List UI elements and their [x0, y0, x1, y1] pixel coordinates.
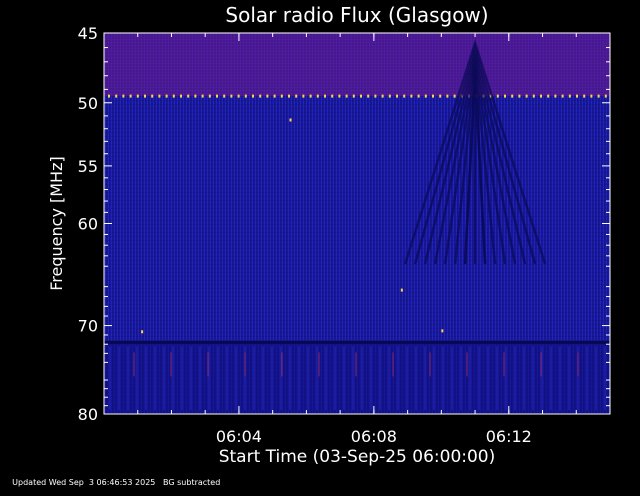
- carrier-dot: [259, 94, 262, 98]
- spectrogram-chart: 45 50 55 60 70 80 06:04 06:08 06:12 Solar radio F…: [47, 3, 611, 467]
- carrier-dot: [230, 94, 233, 98]
- carrier-dot: [396, 94, 398, 98]
- carrier-dot: [216, 94, 218, 98]
- carrier-dot: [144, 94, 146, 98]
- y-tick-label: 60: [78, 215, 98, 234]
- carrier-dot: [547, 94, 550, 98]
- plot-area: [103, 32, 611, 415]
- carrier-dot: [410, 94, 413, 98]
- carrier-dot: [331, 94, 334, 98]
- carrier-dot: [504, 94, 506, 98]
- carrier-dot: [201, 94, 204, 98]
- carrier-dot: [165, 94, 168, 98]
- footer-note: BG subtracted: [163, 478, 221, 487]
- carrier-dot: [604, 94, 607, 98]
- hot-pixel: [400, 288, 403, 292]
- y-tick-label: 45: [78, 24, 98, 43]
- lower-band: [104, 342, 610, 414]
- carrier-dot: [561, 94, 564, 98]
- carrier-dot: [374, 94, 377, 98]
- carrier-dot: [540, 94, 542, 98]
- carrier-dot: [446, 94, 449, 98]
- carrier-dot: [590, 94, 593, 98]
- carrier-dot: [309, 94, 312, 98]
- carrier-dot: [597, 94, 600, 98]
- carrier-dot: [187, 94, 190, 98]
- carrier-dot: [439, 94, 442, 98]
- y-tick-label: 50: [78, 94, 98, 113]
- carrier-dot: [244, 94, 247, 98]
- carrier-dot: [273, 94, 276, 98]
- carrier-dot: [302, 94, 305, 98]
- footer-updated-text: Updated Wed Sep 3 06:46:53 2025: [12, 478, 156, 487]
- carrier-dot: [237, 94, 240, 98]
- hot-pixel: [141, 330, 144, 334]
- carrier-dot: [388, 94, 391, 98]
- carrier-dot: [338, 94, 341, 98]
- x-axis-label: Start Time (03-Sep-25 06:00:00): [219, 447, 496, 467]
- spectrogram-panel: 45 50 55 60 70 80 06:04 06:08 06:12 Solar radio F…: [0, 0, 640, 487]
- carrier-dot: [417, 94, 420, 98]
- carrier-dot: [518, 94, 521, 98]
- carrier-dot: [525, 94, 528, 98]
- x-tick-label: 06:08: [351, 427, 397, 446]
- y-tick-label: 70: [78, 317, 98, 336]
- carrier-dot: [194, 94, 197, 98]
- carrier-dot: [496, 94, 499, 98]
- hot-pixel: [441, 329, 444, 333]
- carrier-dot: [208, 94, 211, 98]
- carrier-dot: [180, 94, 182, 98]
- carrier-dot: [136, 94, 139, 98]
- carrier-dot: [252, 94, 254, 98]
- carrier-dot: [532, 94, 535, 98]
- chart-title: Solar radio Flux (Glasgow): [225, 3, 488, 27]
- carrier-dot: [158, 94, 161, 98]
- carrier-dot: [403, 94, 406, 98]
- carrier-dot: [432, 94, 434, 98]
- carrier-dot: [583, 94, 586, 98]
- carrier-dot: [576, 94, 578, 98]
- carrier-dot: [295, 94, 298, 98]
- x-tick-label: 06:12: [486, 427, 532, 446]
- carrier-dot: [172, 94, 175, 98]
- carrier-dot: [288, 94, 290, 98]
- carrier-dot: [324, 94, 326, 98]
- carrier-dot: [129, 94, 132, 98]
- carrier-dot: [151, 94, 154, 98]
- carrier-dot: [568, 94, 571, 98]
- carrier-dot: [266, 94, 269, 98]
- x-tick-label: 06:04: [216, 427, 262, 446]
- carrier-dot: [453, 94, 456, 98]
- carrier-dot: [352, 94, 355, 98]
- carrier-dot: [511, 94, 514, 98]
- carrier-dot: [424, 94, 427, 98]
- carrier-dot: [122, 94, 125, 98]
- carrier-dot: [367, 94, 370, 98]
- carrier-dot: [108, 94, 110, 98]
- carrier-dot: [280, 94, 283, 98]
- y-tick-label: 55: [78, 157, 98, 176]
- carrier-dot: [360, 94, 362, 98]
- y-tick-label: 80: [78, 405, 98, 424]
- carrier-dot: [316, 94, 319, 98]
- carrier-dot: [223, 94, 226, 98]
- carrier-dot: [345, 94, 348, 98]
- carrier-dot: [115, 94, 118, 98]
- carrier-dot: [554, 94, 557, 98]
- hot-pixel: [289, 118, 292, 122]
- carrier-dot: [381, 94, 384, 98]
- footer-updated: Updated Wed Sep 3 06:46:53 2025 BG subtr…: [2, 469, 220, 496]
- y-axis-label: Frequency [MHz]: [47, 156, 66, 290]
